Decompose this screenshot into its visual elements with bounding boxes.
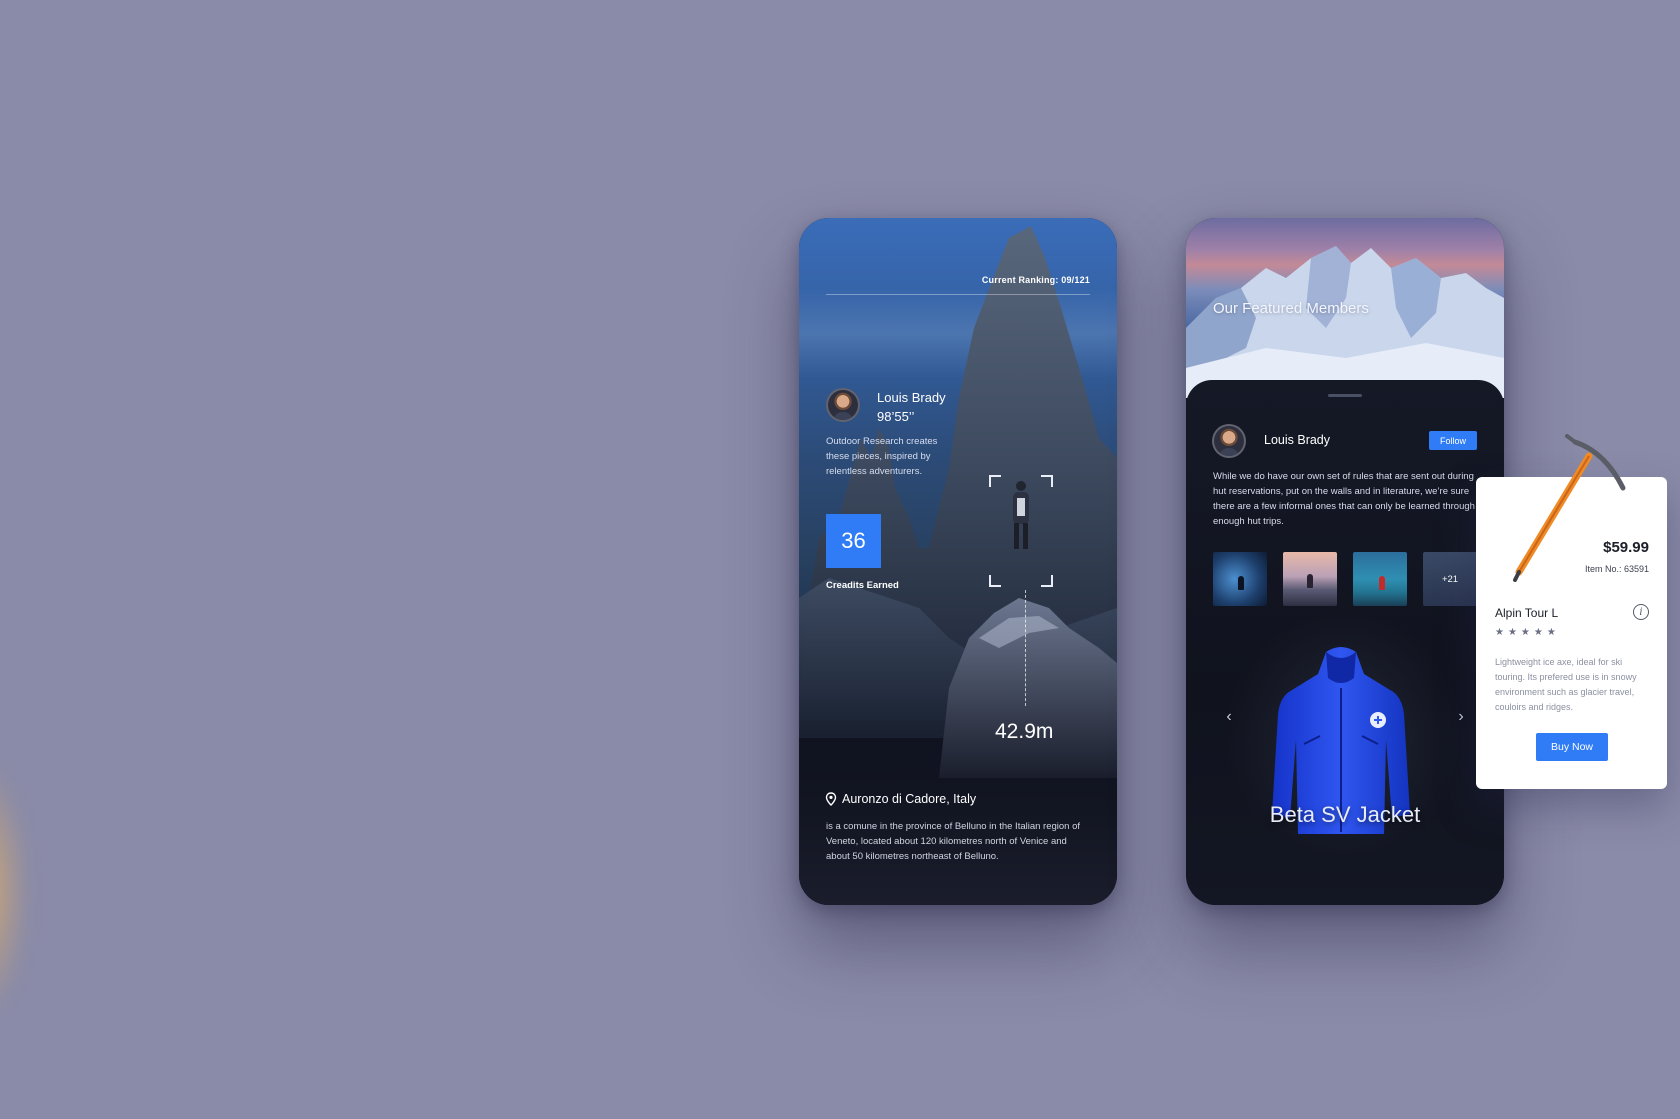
- current-ranking: Current Ranking: 09/121: [981, 275, 1090, 285]
- member-description: While we do have our own set of rules th…: [1213, 471, 1475, 527]
- distance-line: [1025, 590, 1026, 706]
- featured-members-screen: Our Featured Members Louis Brady Follow …: [1186, 218, 1504, 905]
- location-description: is a comune in the province of Belluno i…: [826, 821, 1081, 862]
- gallery-more-count: +21: [1441, 573, 1459, 585]
- location-pin-icon: [825, 792, 837, 806]
- gallery-thumb[interactable]: [1283, 552, 1337, 606]
- credits-value: 36: [826, 514, 881, 568]
- product-title[interactable]: Beta SV Jacket: [1186, 802, 1504, 828]
- avatar[interactable]: [1212, 424, 1246, 458]
- focus-frame: [989, 475, 1053, 587]
- chevron-right-icon[interactable]: ›: [1454, 709, 1468, 725]
- member-sheet: Louis Brady Follow While we do have our …: [1186, 380, 1504, 905]
- ranking-screen: Current Ranking: 09/121 Louis Brady 98’5…: [799, 218, 1117, 905]
- follow-button[interactable]: Follow: [1429, 431, 1477, 450]
- gallery-more[interactable]: +21: [1423, 552, 1477, 606]
- ranking-divider: [826, 294, 1090, 295]
- location-name[interactable]: Auronzo di Cadore, Italy: [842, 792, 976, 806]
- info-icon[interactable]: i: [1633, 604, 1649, 620]
- sheet-handle[interactable]: [1328, 394, 1362, 397]
- member-name[interactable]: Louis Brady: [877, 390, 946, 405]
- featured-title: Our Featured Members: [1213, 300, 1369, 317]
- gallery-thumb[interactable]: [1213, 552, 1267, 606]
- ice-axe-image: [1513, 434, 1626, 582]
- background-glow: [0, 760, 30, 1020]
- distance-value: 42.9m: [995, 720, 1054, 743]
- gallery-thumb[interactable]: [1353, 552, 1407, 606]
- product-description: Lightweight ice axe, ideal for ski touri…: [1495, 657, 1637, 712]
- chevron-left-icon[interactable]: ‹: [1222, 709, 1236, 725]
- member-description: Outdoor Research creates these pieces, i…: [826, 436, 938, 477]
- avatar[interactable]: [826, 388, 860, 422]
- credits-label: Creadits Earned: [826, 580, 899, 591]
- rating-stars: ★★★★★: [1495, 627, 1560, 638]
- member-name[interactable]: Louis Brady: [1264, 433, 1330, 447]
- member-time: 98’55’’: [877, 409, 915, 424]
- product-name: Alpin Tour L: [1495, 606, 1559, 620]
- buy-now-button[interactable]: Buy Now: [1536, 733, 1608, 761]
